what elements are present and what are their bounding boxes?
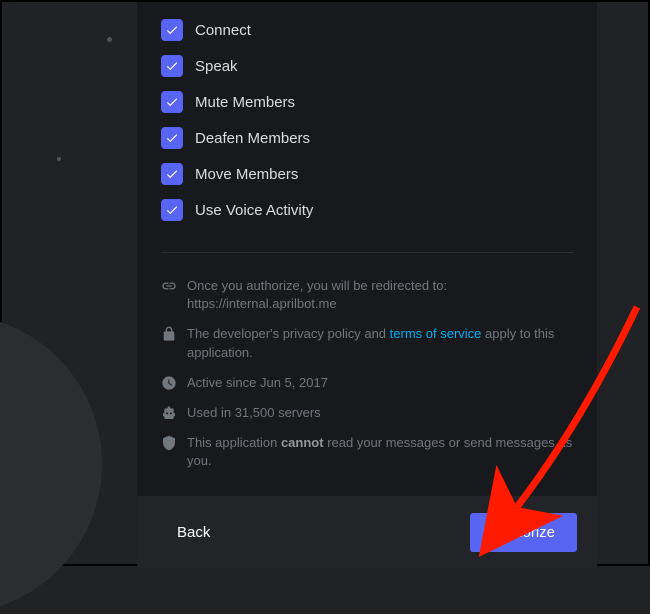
background-dot [57, 157, 61, 161]
perm-label: Deafen Members [195, 130, 310, 147]
info-cannot-read: This application cannot read your messag… [161, 428, 573, 476]
checkbox-checked[interactable] [161, 19, 183, 41]
info-text: Active since Jun 5, 2017 [187, 374, 573, 392]
checkbox-checked[interactable] [161, 91, 183, 113]
checkbox-checked[interactable] [161, 199, 183, 221]
info-section: Once you authorize, you will be redirect… [161, 253, 573, 477]
link-icon [161, 278, 177, 294]
perm-label: Move Members [195, 166, 298, 183]
perm-label: Connect [195, 22, 251, 39]
tos-link[interactable]: terms of service [390, 326, 482, 341]
info-url: https://internal.aprilbot.me [187, 296, 337, 311]
info-text: Once you authorize, you will be redirect… [187, 278, 447, 293]
clock-icon [161, 375, 177, 391]
perm-move-members[interactable]: Move Members [161, 156, 573, 192]
perm-connect[interactable]: Connect [161, 12, 573, 48]
perm-use-voice-activity[interactable]: Use Voice Activity [161, 192, 573, 228]
perm-speak[interactable]: Speak [161, 48, 573, 84]
authorize-modal: Connect Speak Mute Members Deafen Member… [137, 2, 597, 568]
background-dot [107, 37, 112, 42]
perm-mute-members[interactable]: Mute Members [161, 84, 573, 120]
info-active-since: Active since Jun 5, 2017 [161, 368, 573, 398]
checkbox-checked[interactable] [161, 127, 183, 149]
info-text: This application [187, 435, 281, 450]
info-text: Used in 31,500 servers [187, 404, 573, 422]
modal-footer: Back Authorize [137, 496, 597, 568]
robot-icon [161, 405, 177, 421]
back-button[interactable]: Back [157, 514, 230, 551]
background-shape [0, 314, 102, 614]
perm-deafen-members[interactable]: Deafen Members [161, 120, 573, 156]
perm-label: Use Voice Activity [195, 202, 313, 219]
modal-content: Connect Speak Mute Members Deafen Member… [137, 2, 597, 496]
shield-icon [161, 435, 177, 451]
info-privacy: The developer's privacy policy and terms… [161, 319, 573, 367]
checkbox-checked[interactable] [161, 55, 183, 77]
checkbox-checked[interactable] [161, 163, 183, 185]
info-bold: cannot [281, 435, 324, 450]
authorize-button[interactable]: Authorize [470, 513, 577, 552]
permissions-list: Connect Speak Mute Members Deafen Member… [161, 2, 573, 228]
lock-icon [161, 326, 177, 342]
perm-label: Mute Members [195, 94, 295, 111]
info-text: The developer's privacy policy and [187, 326, 390, 341]
info-redirect: Once you authorize, you will be redirect… [161, 271, 573, 319]
info-server-count: Used in 31,500 servers [161, 398, 573, 428]
perm-label: Speak [195, 58, 238, 75]
